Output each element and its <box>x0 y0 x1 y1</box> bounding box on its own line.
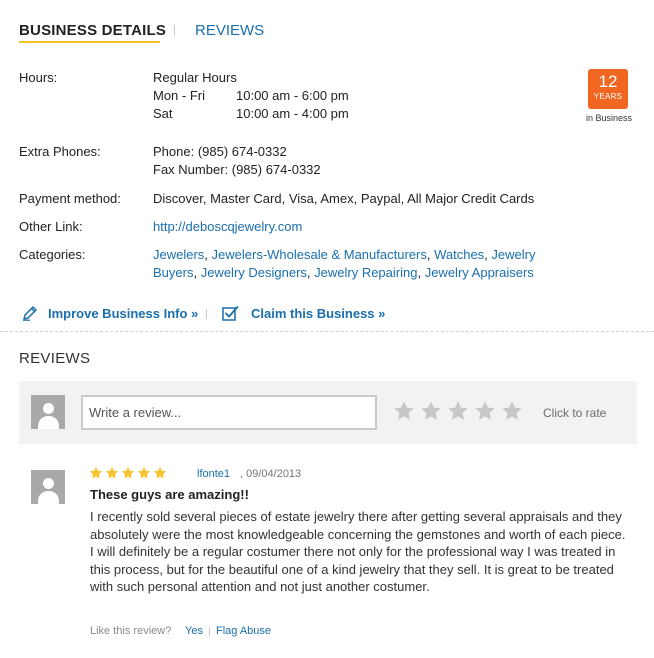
like-yes-link[interactable]: Yes <box>185 625 203 637</box>
hours-time: 10:00 am - 6:00 pm <box>236 88 349 103</box>
star-icon[interactable] <box>474 400 496 422</box>
star-icon[interactable] <box>501 400 523 422</box>
write-review-panel: Click to rate <box>19 381 637 444</box>
categories-list: Jewelers, Jewelers-Wholesale & Manufactu… <box>153 247 536 280</box>
active-tab-underline <box>19 41 160 43</box>
hours-day: Sat <box>153 106 173 121</box>
review-title: These guys are amazing!! <box>90 487 249 502</box>
like-review-prompt: Like this review? <box>90 625 172 637</box>
categories-label: Categories: <box>19 247 86 262</box>
star-icon <box>121 466 135 480</box>
flag-abuse-link[interactable]: Flag Abuse <box>216 625 271 637</box>
tab-reviews[interactable]: REVIEWS <box>195 22 264 39</box>
badge-unit: YEARS <box>593 92 623 101</box>
star-icon <box>137 466 151 480</box>
category-link[interactable]: Jewelry Appraisers <box>425 265 534 280</box>
category-link[interactable]: Jewelry Repairing <box>314 265 417 280</box>
hours-label: Hours: <box>19 70 58 85</box>
user-silhouette-icon <box>31 395 65 429</box>
extra-phones-label: Extra Phones: <box>19 144 101 159</box>
hours-title: Regular Hours <box>153 70 237 85</box>
category-link[interactable]: Jewelers-Wholesale & Manufacturers <box>212 247 427 262</box>
category-link[interactable]: Jewelers <box>153 247 204 262</box>
category-link[interactable]: Watches <box>434 247 484 262</box>
star-icon[interactable] <box>420 400 442 422</box>
website-link[interactable]: http://deboscqjewelry.com <box>153 219 302 234</box>
tab-separator <box>174 25 175 36</box>
category-link[interactable]: Jewelry Designers <box>201 265 307 280</box>
user-silhouette-icon <box>31 470 65 504</box>
payment-label: Payment method: <box>19 191 121 206</box>
write-review-input[interactable] <box>81 395 377 430</box>
star-icon[interactable] <box>447 400 469 422</box>
pencil-icon[interactable] <box>22 305 38 321</box>
payment-value: Discover, Master Card, Visa, Amex, Paypa… <box>153 191 535 206</box>
section-divider <box>0 331 654 332</box>
reviews-heading: REVIEWS <box>19 350 91 367</box>
phone-number: Phone: (985) 674-0332 <box>153 144 287 159</box>
like-separator <box>209 627 210 636</box>
star-icon <box>153 466 167 480</box>
star-icon[interactable] <box>393 400 415 422</box>
improve-business-info-link[interactable]: Improve Business Info » <box>48 306 198 321</box>
action-separator <box>206 309 207 319</box>
claim-business-link[interactable]: Claim this Business » <box>251 306 385 321</box>
fax-number: Fax Number: (985) 674-0332 <box>153 162 321 177</box>
review-body: I recently sold several pieces of estate… <box>90 509 626 594</box>
review-date: , 09/04/2013 <box>240 468 302 480</box>
other-link-label: Other Link: <box>19 219 83 234</box>
reviewer-name-link[interactable]: lfonte1 <box>197 468 230 480</box>
star-icon <box>105 466 119 480</box>
checkbox-icon[interactable] <box>222 305 239 321</box>
review-item: lfonte1 , 09/04/2013 These guys are amaz… <box>31 466 631 646</box>
star-icon <box>89 466 103 480</box>
badge-number: 12 <box>598 72 618 91</box>
badge-caption: in Business <box>585 113 633 123</box>
hours-day: Mon - Fri <box>153 88 205 103</box>
tab-business-details[interactable]: BUSINESS DETAILS <box>19 22 166 39</box>
years-in-business-badge: 12 YEARS <box>588 69 628 109</box>
click-to-rate-label: Click to rate <box>543 406 607 420</box>
hours-time: 10:00 am - 4:00 pm <box>236 106 349 121</box>
